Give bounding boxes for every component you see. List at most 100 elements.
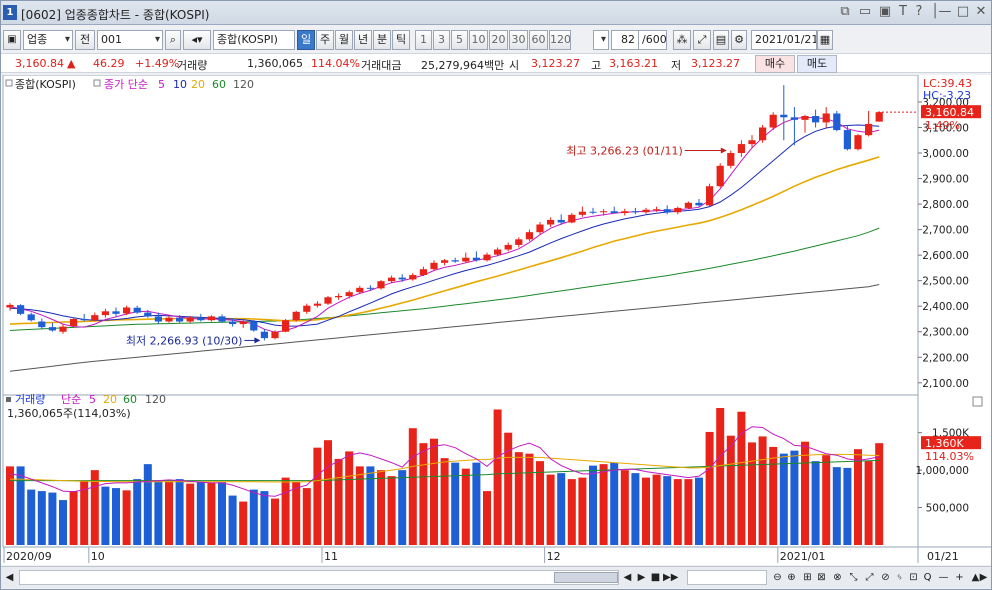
chart-tools-icon[interactable]: ⁂ [673, 30, 691, 50]
period-button-2[interactable]: 월 [335, 30, 353, 50]
legend-price-name: 종합(KOSPI) [15, 78, 76, 91]
scroll-track[interactable] [19, 570, 619, 585]
open-label: 시 [509, 59, 520, 72]
volume-bar [345, 451, 354, 545]
buy-button[interactable]: 매수 [755, 55, 795, 73]
volume-bar [483, 491, 491, 545]
stop-icon[interactable]: ■ [649, 570, 662, 585]
candle-body [38, 321, 46, 328]
save-icon[interactable]: ▤ [713, 30, 729, 50]
code-input[interactable]: 001 [97, 30, 163, 50]
search-icon[interactable]: ⌕ [165, 30, 181, 50]
hc-label: HC:-3.23 [923, 89, 971, 102]
frame-icon[interactable]: ⊡ [907, 570, 920, 585]
period-button-4[interactable]: 분 [373, 30, 391, 50]
period-button-5[interactable]: 틱 [392, 30, 410, 50]
candle-body [398, 277, 406, 280]
volume-pane-close-icon [972, 396, 983, 407]
antenna-icon[interactable]: ᛃ [893, 570, 906, 585]
interval-dropdown[interactable] [593, 30, 609, 50]
min-annotation: 최저 2,266.93 (10/30) [126, 334, 243, 347]
candle-body [472, 257, 480, 261]
interval-button-5[interactable]: 30 [509, 30, 528, 50]
menu-icon[interactable]: ▣ [3, 30, 21, 50]
window-icon[interactable]: ▭ [857, 4, 873, 20]
volume-legend-period: 120 [145, 393, 166, 406]
interval-button-3[interactable]: 10 [469, 30, 488, 50]
candle-body [578, 211, 586, 215]
candle-body [653, 209, 661, 211]
candle-body [525, 232, 533, 240]
chart-area[interactable]: 3,200.00 3,100.00 3,000.00 2,900.00 2,800.00… [1, 75, 991, 565]
volume-label: 거래량 [177, 59, 208, 72]
interval-button-4[interactable]: 20 [489, 30, 508, 50]
zoom-slider[interactable] [687, 570, 767, 585]
low-value: 3,123.27 [691, 57, 740, 70]
scroll-thumb[interactable] [554, 572, 618, 583]
crosshair-icon[interactable]: ⤢ [693, 30, 711, 50]
candle-body [875, 112, 883, 122]
volume-bar [631, 473, 640, 545]
target-icon[interactable]: ⊗ [831, 570, 844, 585]
volume-bar [461, 468, 470, 545]
link-icon[interactable]: ⧉ [837, 4, 853, 20]
candle-body [568, 214, 576, 223]
count-input[interactable]: 82 [611, 30, 639, 50]
volume-bar [59, 500, 67, 545]
interval-button-0[interactable]: 1 [415, 30, 432, 50]
help-icon[interactable]: ? [911, 4, 927, 20]
period-button-0[interactable]: 일 [297, 30, 315, 50]
volume-readout: 1,360,065주(114,03%) [7, 407, 131, 420]
speaker-icon[interactable]: ◂▾ [183, 30, 211, 50]
candle-body [313, 303, 321, 306]
market-select[interactable]: 업종 [23, 30, 73, 50]
font-icon[interactable]: T [895, 4, 911, 20]
chart-scrollbar[interactable]: ◀ ▶ ◀ ▶ ■ ▶▶ ⊖ ⊕ ⊞ ⊠ ⊗ ⤡ ⤢ ⊘ ᛃ ⊡ Q — + ▲ [1, 566, 991, 588]
minus-icon[interactable]: — [937, 570, 950, 585]
interval-button-6[interactable]: 60 [529, 30, 548, 50]
volume-bar [790, 450, 799, 545]
gear-icon[interactable]: ⚙ [731, 30, 747, 50]
interval-button-2[interactable]: 5 [451, 30, 468, 50]
candle-body [335, 295, 343, 298]
volume-bar [69, 491, 78, 545]
plus-icon[interactable]: + [953, 570, 966, 585]
pin-icon[interactable]: ▣ [877, 4, 893, 20]
up-icon[interactable]: ▲ [969, 570, 982, 585]
scroll-left-icon[interactable]: ◀ [3, 570, 16, 585]
fast-forward-icon[interactable]: ▶▶ [663, 570, 678, 585]
interval-button-7[interactable]: 120 [549, 30, 571, 50]
magnifier-icon[interactable]: Q [921, 570, 934, 585]
box-icon[interactable]: ⊠ [815, 570, 828, 585]
expand-icon[interactable]: ⤡ [847, 570, 860, 585]
calendar-icon[interactable]: ▦ [817, 30, 833, 50]
volume-bar [154, 480, 163, 545]
sell-button[interactable]: 매도 [797, 55, 837, 73]
change-percent: +1.49% [135, 57, 180, 70]
volume-bar [726, 435, 735, 545]
minimize-icon[interactable]: — [937, 4, 953, 20]
candle-body [27, 314, 35, 321]
close-icon[interactable]: ✕ [973, 4, 989, 20]
period-button-1[interactable]: 주 [316, 30, 334, 50]
step-forward-icon[interactable]: ▶ [635, 570, 648, 585]
zoom-in-icon[interactable]: ⊕ [785, 570, 798, 585]
high-value: 3,163.21 [609, 57, 658, 70]
period-button-3[interactable]: 년 [354, 30, 372, 50]
interval-button-1[interactable]: 3 [433, 30, 450, 50]
all-button[interactable]: 전 [75, 30, 95, 50]
volume-bar [271, 498, 279, 545]
date-input[interactable]: 2021/01/21 [751, 30, 817, 50]
grid-icon[interactable]: ⊞ [801, 570, 814, 585]
shrink-icon[interactable]: ⤢ [863, 570, 876, 585]
step-back-icon[interactable]: ◀ [621, 570, 634, 585]
zoom-out-icon[interactable]: ⊖ [771, 570, 784, 585]
candle-body [748, 140, 756, 145]
toolbar: ▣ 업종 전 001 ⌕ ◂▾ 종합(KOSPI) 82 /600 ⁂ ⤢ ▤ … [1, 28, 991, 52]
price-volume-chart[interactable]: 3,200.003,100.003,000.002,900.002,800.00… [1, 75, 991, 565]
volume-bar [811, 461, 820, 545]
maximize-icon[interactable]: □ [955, 4, 971, 20]
volume-tick-label: 1,000,000 [916, 465, 969, 477]
cancel-icon[interactable]: ⊘ [879, 570, 892, 585]
open-value: 3,123.27 [531, 57, 580, 70]
